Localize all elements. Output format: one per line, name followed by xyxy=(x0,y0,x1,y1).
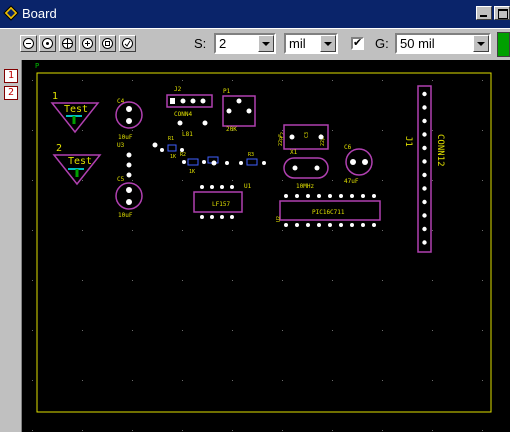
layer-1-button[interactable]: 1 xyxy=(4,69,18,83)
chevron-down-icon[interactable] xyxy=(320,35,336,52)
minimize-icon xyxy=(480,15,487,17)
zoom-redraw-button[interactable] xyxy=(119,35,136,52)
test-point-1[interactable]: 1 Test xyxy=(50,91,100,134)
resistor-r4[interactable]: R3 xyxy=(239,152,266,166)
snap-value: 2 xyxy=(219,36,227,51)
zoom-fit-icon xyxy=(42,38,53,49)
u3-label: U3 xyxy=(117,142,125,149)
p1-value: 20K xyxy=(226,126,237,133)
c2-value: 22pF xyxy=(278,134,284,146)
inductor-l81[interactable]: L81 xyxy=(177,120,208,139)
layer-2-button[interactable]: 2 xyxy=(4,86,18,100)
grid-dots xyxy=(32,80,483,431)
zoom-in-icon xyxy=(82,38,93,49)
status-green-button[interactable] xyxy=(497,32,510,57)
c3-label: C3 xyxy=(304,132,310,138)
maximize-button[interactable] xyxy=(494,6,510,20)
c5-value: 10uF xyxy=(118,212,133,219)
capacitors-c2-c3[interactable]: C2 22pF C3 22pF xyxy=(278,124,329,150)
regulator-u3[interactable] xyxy=(126,152,132,178)
c5-label: C5 xyxy=(117,176,125,183)
minimize-button[interactable] xyxy=(476,6,492,20)
origin-marker: P xyxy=(35,62,39,70)
chevron-down-icon[interactable] xyxy=(258,35,274,52)
connector-j1[interactable]: J1 CONN12 xyxy=(403,85,445,253)
crystal-x1[interactable]: X1 10MHz xyxy=(283,149,329,190)
grid-label: G: xyxy=(375,36,389,51)
zoom-out-icon xyxy=(23,38,34,49)
title-bar: Board xyxy=(0,0,510,28)
toolbar: S: 2 mil ✔ G: 50 mil xyxy=(0,28,510,61)
zoom-fit-button[interactable] xyxy=(39,35,56,52)
j2-label: J2 xyxy=(174,86,182,93)
test2-label: Test xyxy=(68,156,92,167)
unit-select[interactable]: mil xyxy=(284,33,338,54)
ic-u1[interactable]: U1 LF157 xyxy=(193,183,252,219)
j1-name: CONN12 xyxy=(435,134,445,167)
unit-value: mil xyxy=(289,36,306,51)
j2-name: CONN4 xyxy=(174,111,192,118)
board-view[interactable]: P 1 Test 2 Test C4 10uF U3 C5 10uF J2 CO xyxy=(22,60,510,432)
x1-value: 10MHz xyxy=(296,183,314,190)
r1-value: 1K xyxy=(170,154,176,160)
resistor-r3[interactable] xyxy=(207,156,229,166)
r1-label: R1 xyxy=(168,136,174,142)
potentiometer-p1[interactable]: P1 20K xyxy=(222,88,256,133)
zoom-out-button[interactable] xyxy=(20,35,37,52)
r2-label: R2 xyxy=(180,152,186,158)
zoom-in-button[interactable] xyxy=(79,35,96,52)
j1-label: J1 xyxy=(403,136,413,147)
app-diamond-icon xyxy=(3,5,19,21)
maximize-icon xyxy=(498,9,508,19)
grid-select[interactable]: 50 mil xyxy=(395,33,491,54)
snap-select[interactable]: 2 xyxy=(214,33,276,54)
grid-checkbox[interactable]: ✔ xyxy=(351,37,364,50)
grid-value: 50 mil xyxy=(400,36,435,51)
test2-number: 2 xyxy=(56,143,62,154)
snap-label: S: xyxy=(194,36,207,51)
c6-value: 47uF xyxy=(344,178,359,185)
window-title: Board xyxy=(22,6,57,21)
test-point-2[interactable]: 2 Test xyxy=(52,143,102,186)
test1-number: 1 xyxy=(52,91,58,102)
c6-label: C6 xyxy=(344,144,352,151)
capacitor-c5[interactable]: C5 10uF xyxy=(115,176,143,219)
u1-label: U1 xyxy=(244,183,252,190)
capacitor-c4[interactable]: C4 10uF xyxy=(115,98,143,141)
r3-label: R3 xyxy=(248,152,254,158)
zoom-previous-icon xyxy=(102,38,113,49)
zoom-previous-button[interactable] xyxy=(99,35,116,52)
p1-label: P1 xyxy=(223,88,231,95)
u1-value: LF157 xyxy=(212,201,230,208)
zoom-window-button[interactable] xyxy=(59,35,76,52)
ic-u2[interactable]: PIC16C711 U2 xyxy=(276,194,381,227)
u2-label: U2 xyxy=(276,216,282,222)
chevron-down-icon[interactable] xyxy=(473,35,489,52)
connector-j2[interactable]: J2 CONN4 xyxy=(166,86,213,118)
capacitor-c6[interactable]: C6 47uF xyxy=(344,144,373,185)
r2-value: 1K xyxy=(189,169,195,175)
c4-value: 10uF xyxy=(118,134,133,141)
u2-value: PIC16C711 xyxy=(312,209,345,216)
resistor-r2[interactable]: R2 1K xyxy=(180,152,206,175)
board-canvas[interactable]: P 1 Test 2 Test C4 10uF U3 C5 10uF J2 CO xyxy=(22,60,510,432)
zoom-window-icon xyxy=(62,38,73,49)
layer-sidebar: 1 2 xyxy=(0,60,22,432)
l81-label: L81 xyxy=(182,131,193,138)
zoom-redraw-icon xyxy=(122,38,133,49)
x1-label: X1 xyxy=(290,149,298,156)
test1-label: Test xyxy=(64,104,88,115)
